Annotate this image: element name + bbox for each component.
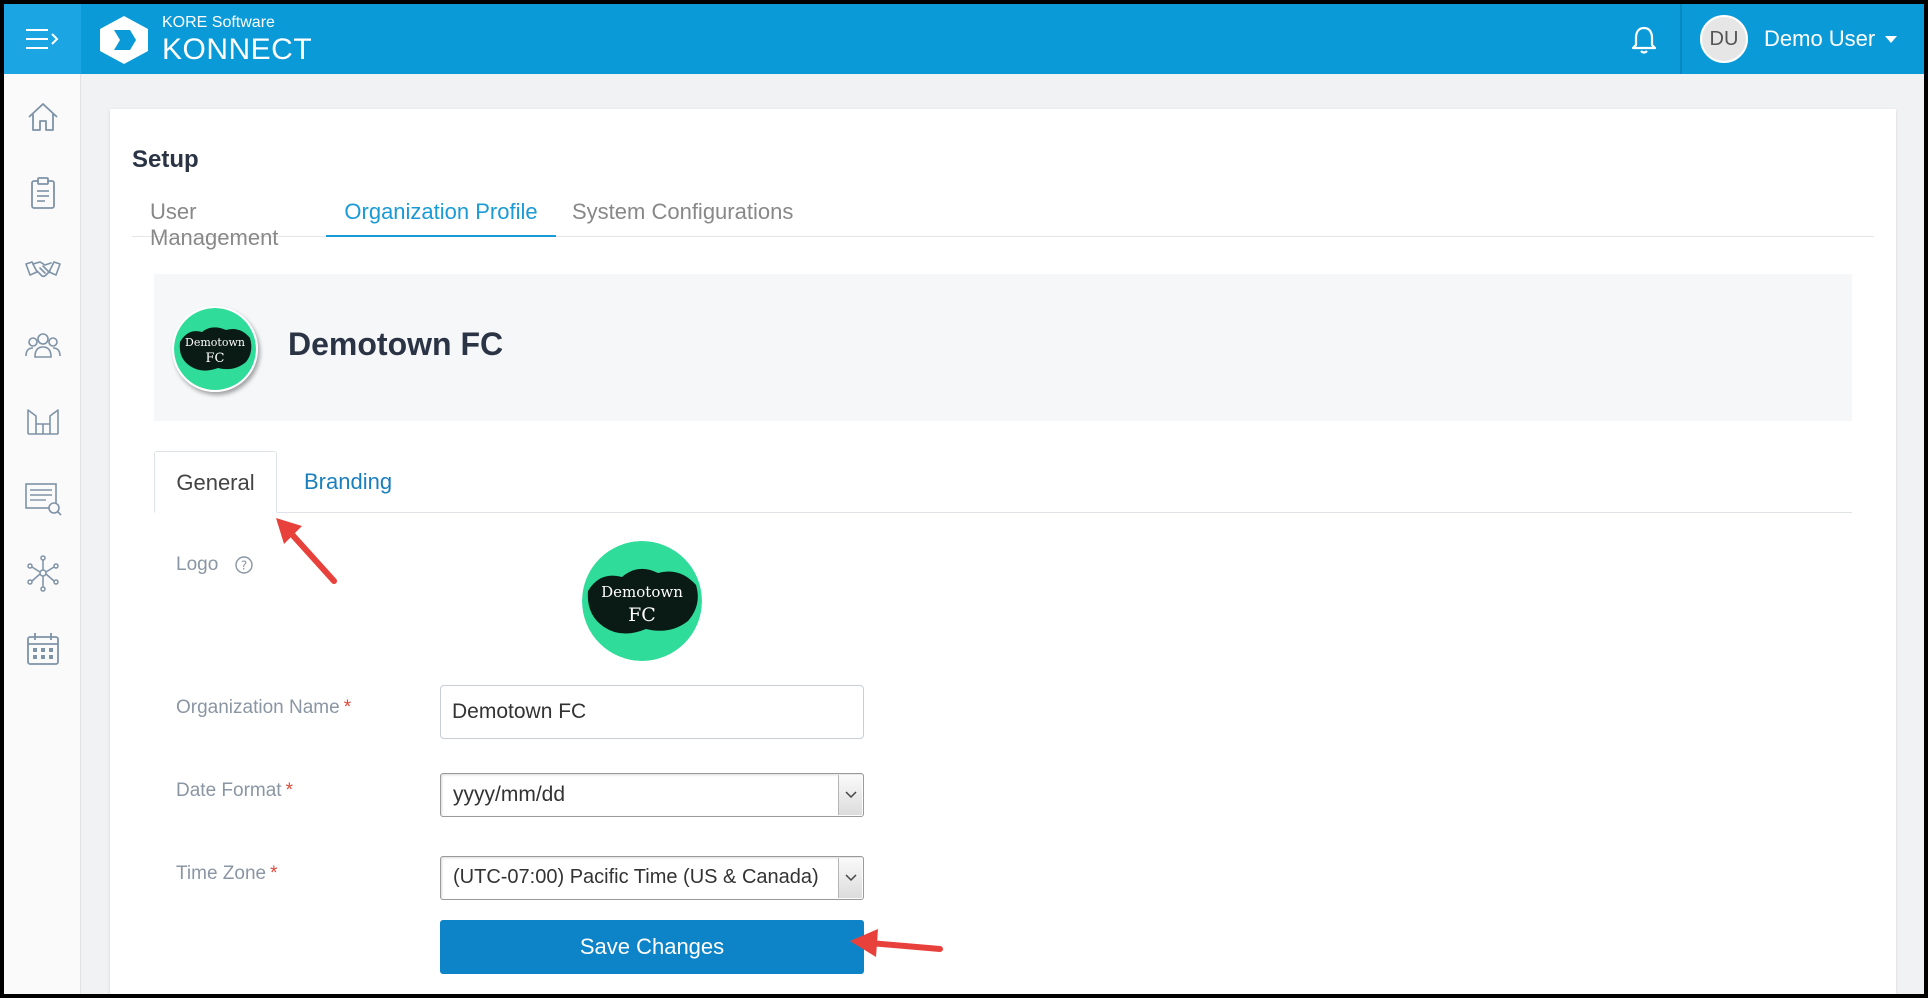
menu-expand-icon <box>25 29 58 49</box>
org-logo-line2: FC <box>628 604 656 626</box>
caret-down-icon <box>1885 35 1898 43</box>
time-zone-label: Time Zone * <box>176 863 278 885</box>
venue-icon[interactable] <box>24 402 62 440</box>
tab-label: Organization Profile <box>344 199 538 224</box>
tab-system-configurations[interactable]: System Configurations <box>572 189 812 237</box>
org-header: Demotown FC Demotown FC <box>154 274 1852 421</box>
user-menu[interactable]: DU Demo User <box>1700 14 1898 64</box>
required-mark: * <box>343 697 352 718</box>
brand-subtitle: KORE Software <box>162 14 275 31</box>
org-logo-image: Demotown FC <box>582 541 702 661</box>
bell-icon[interactable] <box>1626 22 1662 58</box>
chevron-down-icon <box>838 858 862 898</box>
tab-label: General <box>176 470 255 495</box>
header-divider <box>1680 4 1682 74</box>
date-format-select[interactable]: yyyy/mm/dd <box>440 773 864 817</box>
svg-text:?: ? <box>241 559 247 573</box>
users-icon[interactable] <box>24 326 62 364</box>
brand-logo-area[interactable]: KORE Software KONNECT <box>96 14 312 66</box>
select-value: yyyy/mm/dd <box>453 783 566 806</box>
tab-organization-profile[interactable]: Organization Profile <box>326 189 556 237</box>
konnect-logo-icon <box>100 16 148 64</box>
calendar-icon[interactable] <box>24 630 62 668</box>
app-window: KORE Software KONNECT DU Demo User Setup… <box>4 4 1924 994</box>
menu-toggle-button[interactable] <box>4 4 81 74</box>
required-mark: * <box>270 863 278 884</box>
tab-label: User Management <box>150 199 279 250</box>
chevron-down-icon <box>838 775 862 815</box>
search-list-icon[interactable] <box>24 478 62 516</box>
setup-tabs: User Management Organization Profile Sys… <box>132 189 1874 250</box>
tab-label: System Configurations <box>572 199 794 224</box>
user-name: Demo User <box>1764 26 1876 51</box>
save-changes-button[interactable]: Save Changes <box>440 920 864 974</box>
org-logo-line1: Demotown <box>601 583 683 601</box>
label-text: Time Zone <box>176 863 267 884</box>
top-bar: KORE Software KONNECT DU Demo User <box>4 4 1924 74</box>
org-name-input[interactable] <box>440 685 864 739</box>
handshake-icon[interactable] <box>24 250 62 288</box>
annotation-arrow-icon <box>276 518 337 584</box>
required-mark: * <box>285 780 293 801</box>
org-name-label: Organization Name * <box>176 697 351 719</box>
tab-general[interactable]: General <box>154 451 277 513</box>
org-logo-line2: FC <box>206 351 225 366</box>
help-icon[interactable]: ? <box>234 555 254 575</box>
profile-subtabs: General Branding <box>154 451 1852 513</box>
time-zone-select[interactable]: (UTC-07:00) Pacific Time (US & Canada) <box>440 856 864 900</box>
date-format-label: Date Format * <box>176 780 293 802</box>
label-text: Date Format <box>176 780 282 801</box>
tab-user-management[interactable]: User Management <box>150 189 330 250</box>
org-logo-image: Demotown FC <box>174 308 256 390</box>
tab-branding[interactable]: Branding <box>304 451 392 513</box>
org-logo-line1: Demotown <box>185 336 245 349</box>
select-value: (UTC-07:00) Pacific Time (US & Canada) <box>453 866 819 888</box>
label-text: Organization Name <box>176 697 340 718</box>
tab-label: Branding <box>304 469 393 494</box>
main-panel: Setup User Management Organization Profi… <box>110 109 1896 994</box>
logo-label: Logo <box>176 554 219 575</box>
page-title: Setup <box>132 146 199 173</box>
org-name-heading: Demotown FC <box>288 326 504 362</box>
avatar: DU <box>1700 15 1748 63</box>
home-icon[interactable] <box>24 98 62 136</box>
clipboard-icon[interactable] <box>24 174 62 212</box>
sidebar <box>4 74 81 994</box>
brand-name: KONNECT <box>162 33 313 66</box>
org-logo-small: Demotown FC <box>172 306 258 392</box>
network-icon[interactable] <box>24 554 62 592</box>
org-logo-upload[interactable]: Demotown FC <box>582 541 702 661</box>
annotation-arrow-icon <box>850 929 943 957</box>
